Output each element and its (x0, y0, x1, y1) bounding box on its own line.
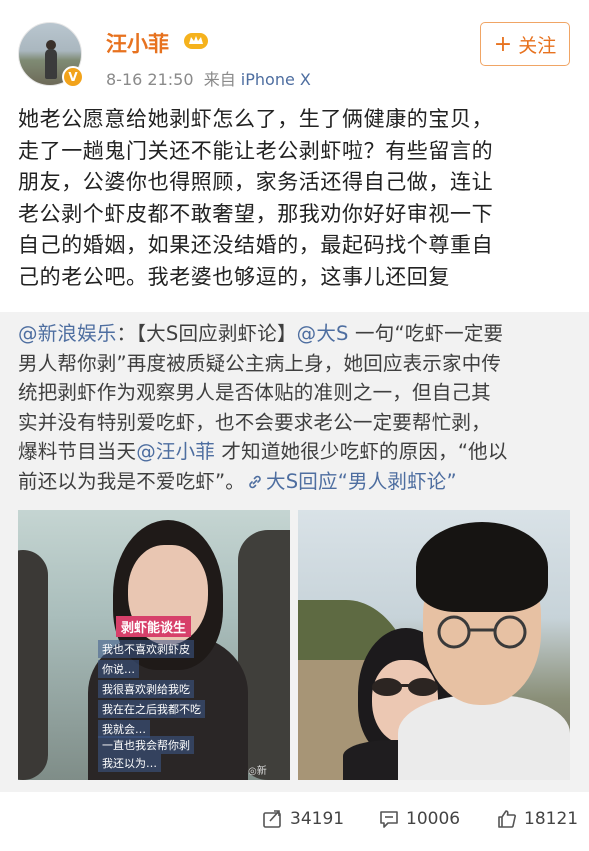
image-pink-caption: 剥虾能谈生 (116, 616, 192, 637)
post-line: 老公剥个虾皮都不敢奢望，那我劝你好好审视一下 (18, 201, 494, 226)
retweet-block[interactable]: @新浪娱乐：【大S回应剥虾论】@大S 一句“吃虾一定要 男人帮你剥”再度被质疑公… (0, 312, 589, 792)
repost-button[interactable]: 34191 (262, 806, 344, 832)
repost-count: 34191 (290, 809, 345, 829)
post-line: 朋友，公婆你也得照顾，家务活还得自己做，连让 (18, 170, 494, 194)
like-icon (498, 810, 516, 828)
follow-button[interactable]: + 关注 (480, 22, 570, 66)
link-icon (249, 475, 261, 488)
action-bar: 34191 10006 18121 (0, 792, 589, 851)
retweet-line: 男人帮你剥”再度被质疑公主病上身，她回应表示家中传 (18, 351, 502, 375)
follow-label: 关注 (518, 34, 557, 57)
like-count: 18121 (524, 809, 579, 829)
source-prefix: 来自 (203, 70, 236, 89)
post-line: 己的老公吧。我老婆也够逗的，这事儿还回复 (18, 264, 450, 289)
retweet-text-segment: 前还以为我是不爱吃虾”。 (18, 469, 246, 493)
image-subtitle: 我也不喜欢剥虾皮 (98, 640, 194, 658)
image-subtitle: 我还以为… (98, 754, 161, 772)
image-man-hair (416, 522, 548, 612)
comment-button[interactable]: 10006 (378, 806, 460, 832)
vip-badge-icon: V (62, 66, 84, 88)
retweet-line: 实并没有特别爱吃虾，也不会要求老公一定要帮忙剥， (18, 410, 491, 434)
glasses-icon (437, 615, 527, 649)
image-person (18, 550, 48, 780)
username[interactable]: 汪小菲 (106, 28, 169, 58)
retweet-text-segment: 爆料节目当天 (18, 440, 137, 463)
mention-link[interactable]: @大S (297, 322, 349, 345)
image-subtitle: 你说… (98, 660, 139, 678)
post-line: 走了一趟鬼门关还不能让老公剥虾啦？有些留言的 (18, 138, 494, 163)
image-man-shirt (398, 695, 570, 780)
comment-count: 10006 (406, 809, 461, 829)
repost-icon (263, 810, 281, 828)
retweet-image-left[interactable]: 剥虾能谈生 我也不喜欢剥虾皮 你说… 我很喜欢剥给我吃 我在在之后我都不吃 我就… (18, 510, 290, 780)
post-body: 她老公愿意给她剥虾怎么了，生了俩健康的宝贝， 走了一趟鬼门关还不能让老公剥虾啦？… (18, 104, 573, 293)
retweet-text-segment: 才知道她很少吃虾的原因，“他以 (215, 440, 508, 463)
crown-icon (184, 33, 208, 49)
retweet-line: 爆料节目当天@汪小菲 才知道她很少吃虾的原因，“他以 (18, 437, 578, 467)
retweet-line: @新浪娱乐：【大S回应剥虾论】@大S 一句“吃虾一定要 (18, 319, 578, 349)
post-line: 自己的婚姻，如果还没结婚的，最起码找个尊重自 (18, 233, 494, 257)
comment-icon (380, 811, 398, 828)
topic-link-label: 大S回应“男人剥虾论” (266, 469, 457, 493)
topic-link[interactable]: 大S回应“男人剥虾论” (245, 470, 457, 493)
image-subtitle: 一直也我会帮你剥 (98, 736, 194, 754)
retweet-headline: ：【大S回应剥虾论】 (116, 322, 297, 345)
image-subtitle: 我在在之后我都不吃 (98, 700, 205, 718)
like-button[interactable]: 18121 (496, 806, 578, 832)
post-source[interactable]: iPhone X (241, 70, 311, 89)
retweet-text-segment: 一句“吃虾一定要 (348, 322, 504, 345)
avatar-figure-body (45, 49, 57, 79)
retweet-line: 统把剥虾作为观察男人是否体贴的准则之一，但自己其 (18, 381, 491, 404)
sunglasses-icon (372, 678, 438, 696)
post-time: 8-16 21:50 (106, 70, 194, 89)
retweet-author-link[interactable]: @新浪娱乐 (18, 322, 117, 345)
plus-icon: + (493, 31, 513, 57)
post-line: 她老公愿意给她剥虾怎么了，生了俩健康的宝贝， (18, 107, 494, 131)
image-watermark: ◎新 (248, 766, 267, 777)
mention-link[interactable]: @汪小菲 (136, 440, 215, 463)
image-subtitle: 我很喜欢剥给我吃 (98, 680, 194, 698)
post-meta: 8-16 21:50 来自 iPhone X (106, 66, 311, 90)
post-header: V 汪小菲 8-16 21:50 来自 iPhone X + 关注 (0, 0, 589, 100)
retweet-text: @新浪娱乐：【大S回应剥虾论】@大S 一句“吃虾一定要 男人帮你剥”再度被质疑公… (18, 319, 578, 496)
retweet-line: 前还以为我是不爱吃虾”。 大S回应“男人剥虾论” (18, 467, 578, 497)
retweet-image-right[interactable] (298, 510, 570, 780)
